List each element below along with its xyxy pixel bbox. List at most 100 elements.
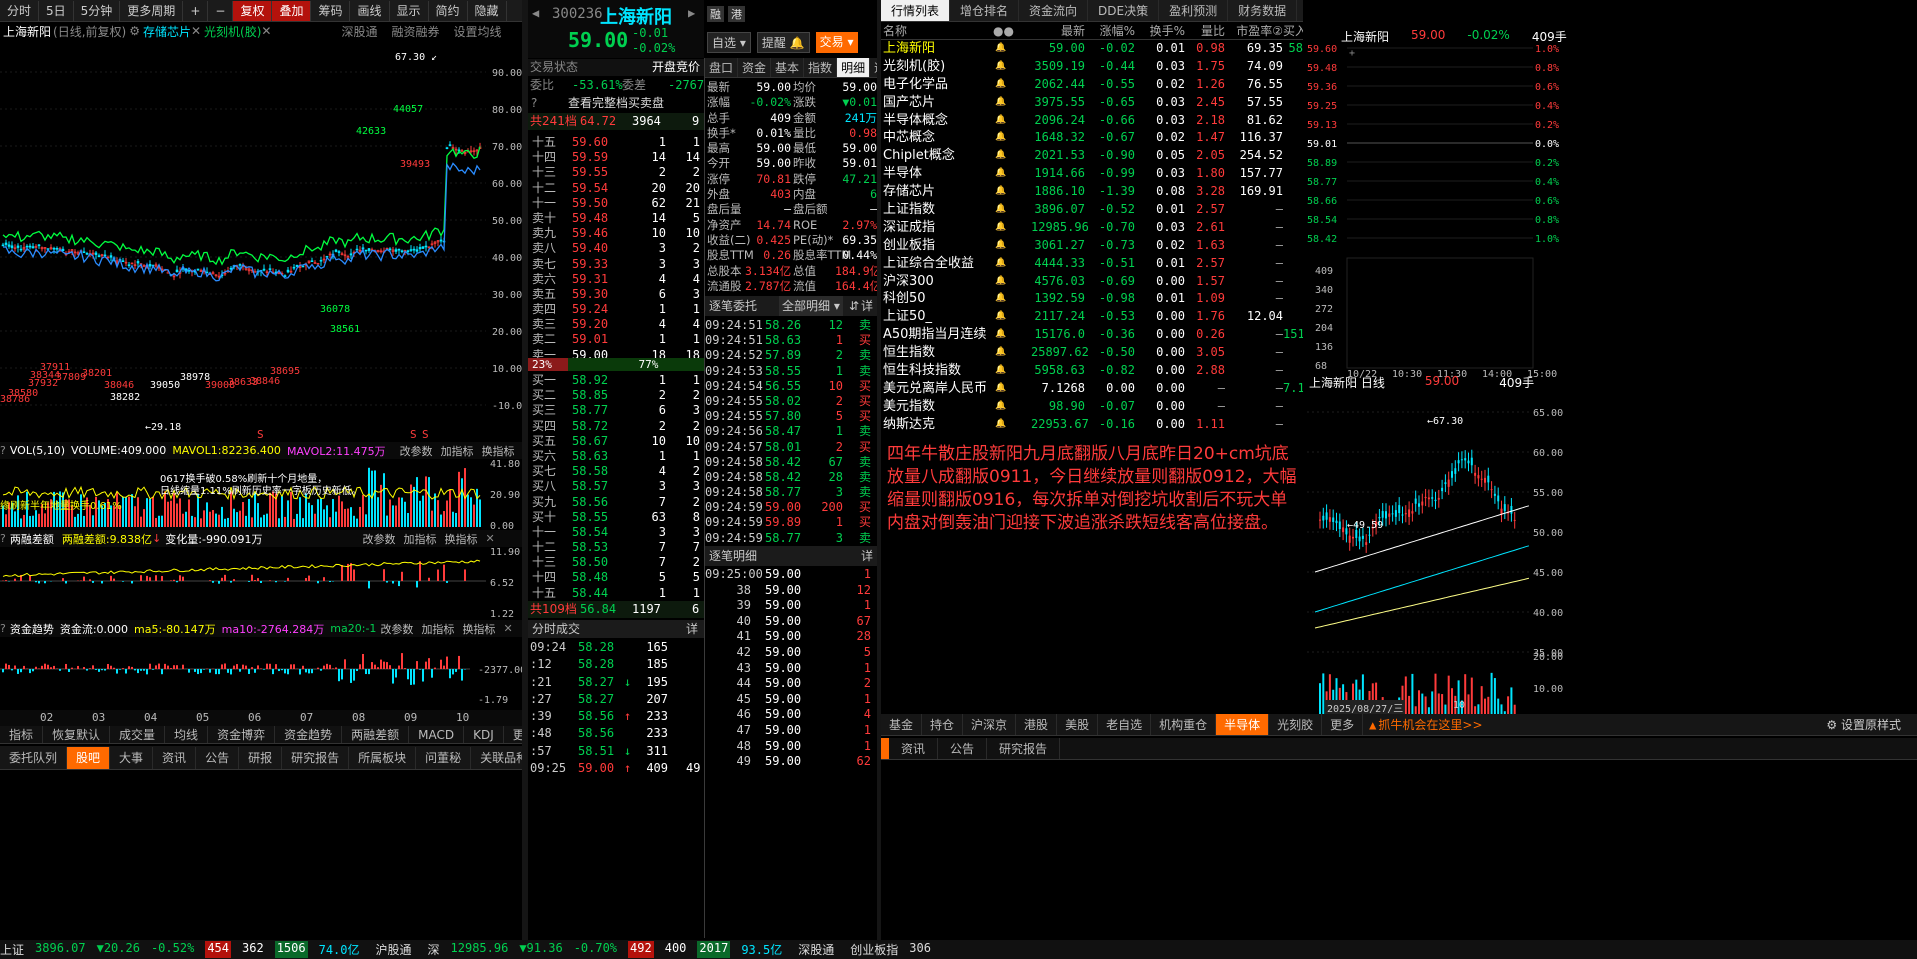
index-item-4[interactable]: 创业板指 306 [850,941,937,958]
bottom-tab-1[interactable]: 股吧 [67,746,111,769]
help-icon[interactable]: ? [0,622,6,635]
bell-icon[interactable]: 🔔 [991,147,1031,165]
bell-icon[interactable]: 🔔 [991,183,1031,201]
market-tab-5[interactable]: 财务数据 [1228,0,1298,21]
market-col-header[interactable]: ●● [991,22,1031,39]
header-link-margin[interactable]: 融资融券 [392,23,440,40]
bell-icon[interactable]: 🔔 [991,40,1031,58]
toolbar-item-2[interactable]: 5分钟 [74,0,121,21]
bell-icon[interactable]: 🔔 [991,290,1031,308]
tick-orders-filter[interactable]: 全部明细 ▾ [779,296,843,316]
add-indicator-button[interactable]: 加指标 [403,531,436,547]
indicator-tab-7[interactable]: MACD [409,726,465,743]
gear-icon[interactable]: ⚙ [129,24,140,38]
market-row[interactable]: 恒生科技指数 🔔 5958.63 -0.82 0.00 2.88 — [881,362,1303,380]
quote-tab-1[interactable]: 资金 [738,58,772,77]
market-row[interactable]: 美元兑离岸人民币🔔7.12680.000.00——7.12 [881,380,1303,398]
toolbar-item-1[interactable]: 5日 [39,0,74,21]
header-link-ma[interactable]: 设置均线 [454,23,502,40]
market-row[interactable]: 半导体概念 🔔 2096.24 -0.66 0.03 2.18 81.62 [881,112,1303,130]
market-row[interactable]: 深证成指 🔔 12985.96 -0.70 0.03 2.61 — [881,219,1303,237]
sector-tab-9[interactable]: 更多 [1322,714,1364,735]
indicator-tab-9[interactable]: 更多 [504,726,522,743]
sector-tab-0[interactable]: 基金 [881,714,923,735]
time-trades-detail-button[interactable]: 详 [686,620,698,638]
bell-icon[interactable]: 🔔 [991,416,1031,434]
bottom-tab-0[interactable]: 委托队列 [0,746,68,769]
overlay-storage-chip[interactable]: 存储芯片 [143,23,191,40]
bottom-tab-9[interactable]: 关联品种 [471,747,522,769]
close-icon[interactable]: ✕ [503,622,512,635]
daily-chart[interactable]: 65.0060.0055.0050.0045.0040.0035.00←67.3… [1307,388,1563,718]
market-row[interactable]: 恒生指数 🔔 25897.62 -0.50 0.00 3.05 — [881,344,1303,362]
bell-icon[interactable]: 🔔 [991,273,1031,291]
bell-icon[interactable]: 🔔 [991,58,1031,76]
market-tab-2[interactable]: 资金流向 [1019,0,1089,21]
sell-level-row[interactable]: 十一 59.50 62 21 [528,196,704,211]
news-tab-2[interactable]: 研究报告 [987,738,1061,759]
buy-level-row[interactable]: 十五 58.44 1 1 [528,586,704,601]
bottom-tab-5[interactable]: 研报 [239,746,283,769]
filter-icon[interactable]: ⇵ [849,296,859,316]
quote-tab-2[interactable]: 基本 [771,58,805,77]
index-item-3[interactable]: 深股通 [798,941,840,958]
close-icon[interactable]: ✕ [261,24,271,38]
sector-tab-6[interactable]: 机构重仓 [1151,714,1217,735]
sell-level-row[interactable]: 十三 59.55 2 2 [528,165,704,180]
market-tab-0[interactable]: 行情列表 [881,0,951,21]
sector-promo-link[interactable]: 抓牛机会在这里>> [1378,716,1482,733]
bell-icon[interactable]: 🔔 [991,308,1031,326]
market-row[interactable]: 光刻机(胶) 🔔 3509.19 -0.44 0.03 1.75 74.09 [881,58,1303,76]
header-link-sgt[interactable]: 深股通 [341,23,377,40]
bell-icon[interactable]: 🔔 [991,344,1031,362]
market-row[interactable]: 创业板指 🔔 3061.27 -0.73 0.02 1.63 — [881,237,1303,255]
bell-icon[interactable]: 🔔 [991,362,1031,380]
sell-level-row[interactable]: 卖十 59.48 14 5 [528,211,704,226]
buy-level-row[interactable]: 买十 58.55 63 8 [528,510,704,525]
sector-tab-7[interactable]: 半导体 [1216,714,1270,735]
indicator-tab-3[interactable]: 均线 [165,726,209,743]
buy-level-row[interactable]: 买一 58.92 1 1 [528,373,704,388]
market-row[interactable]: 沪深300 🔔 4576.03 -0.69 0.00 1.57 — [881,273,1303,291]
sell-level-row[interactable]: 卖五 59.30 6 3 [528,287,704,302]
market-row[interactable]: 上证综合全收益 🔔 4444.33 -0.51 0.01 2.57 — [881,255,1303,273]
market-row[interactable]: Chiplet概念 🔔 2021.53 -0.90 0.05 2.05 254.52 [881,147,1303,165]
news-tab-1[interactable]: 公告 [938,738,988,759]
sell-level-row[interactable]: 卖七 59.33 3 3 [528,257,704,272]
buy-level-row[interactable]: 十二 58.53 7 7 [528,540,704,555]
toolbar-item-10[interactable]: 显示 [390,0,429,21]
overlay-lithography[interactable]: 光刻机(胶) [204,23,261,40]
buy-level-row[interactable]: 买三 58.77 6 3 [528,403,704,418]
market-col-header[interactable]: 量比 [1185,22,1225,39]
toolbar-item-5[interactable]: − [208,0,234,21]
news-tab-0[interactable]: 资讯 [889,738,939,759]
kline-chart[interactable]: 90.00 80.00 70.00 60.00 50.00 40.00 30.00 20.00… [0,40,522,440]
swap-indicator-button[interactable]: 换指标 [462,621,495,637]
sector-tab-2[interactable]: 沪深京 [963,714,1017,735]
add-indicator-button[interactable]: 加指标 [441,443,474,459]
market-row[interactable]: 上证指数 🔔 3896.07 -0.52 0.01 2.57 — [881,201,1303,219]
prev-stock-icon[interactable]: ◀ [532,6,539,20]
market-row[interactable]: 上证50_ 🔔 2117.24 -0.53 0.00 1.76 12.04 [881,308,1303,326]
edit-params-button[interactable]: 改参数 [400,443,433,459]
tick-orders-detail-button[interactable]: 详 [861,296,873,316]
add-indicator-button[interactable]: 加指标 [421,621,454,637]
help-icon[interactable]: ? [0,444,6,457]
buy-level-row[interactable]: 买八 58.57 3 3 [528,479,704,494]
sell-level-row[interactable]: 卖三 59.20 4 4 [528,317,704,332]
indicator-tab-6[interactable]: 两融差额 [342,726,410,743]
trade-button[interactable]: 交易 ▾ [815,32,858,53]
market-row[interactable]: 存储芯片 🔔 1886.10 -1.39 0.08 3.28 169.91 [881,183,1303,201]
sector-tab-5[interactable]: 老自选 [1098,714,1152,735]
market-tab-1[interactable]: 增仓排名 [950,0,1020,21]
toolbar-item-0[interactable]: 分时 [0,0,40,21]
market-row[interactable]: 上海新阳 🔔 59.00 -0.02 0.01 0.98 69.35 58 [881,40,1303,58]
market-row[interactable]: 中芯概念 🔔 1648.32 -0.67 0.02 1.47 116.37 [881,129,1303,147]
market-col-header[interactable]: 买入 [1283,22,1303,39]
bell-icon[interactable]: 🔔 [991,237,1031,255]
sell-level-row[interactable]: 十五 59.60 1 1 [528,135,704,150]
buy-level-row[interactable]: 买七 58.58 4 2 [528,464,704,479]
buy-level-row[interactable]: 十一 58.54 3 3 [528,525,704,540]
indicator-tab-1[interactable]: 恢复默认 [43,726,111,743]
market-row[interactable]: 国产芯片 🔔 3975.55 -0.65 0.03 2.45 57.55 [881,94,1303,112]
